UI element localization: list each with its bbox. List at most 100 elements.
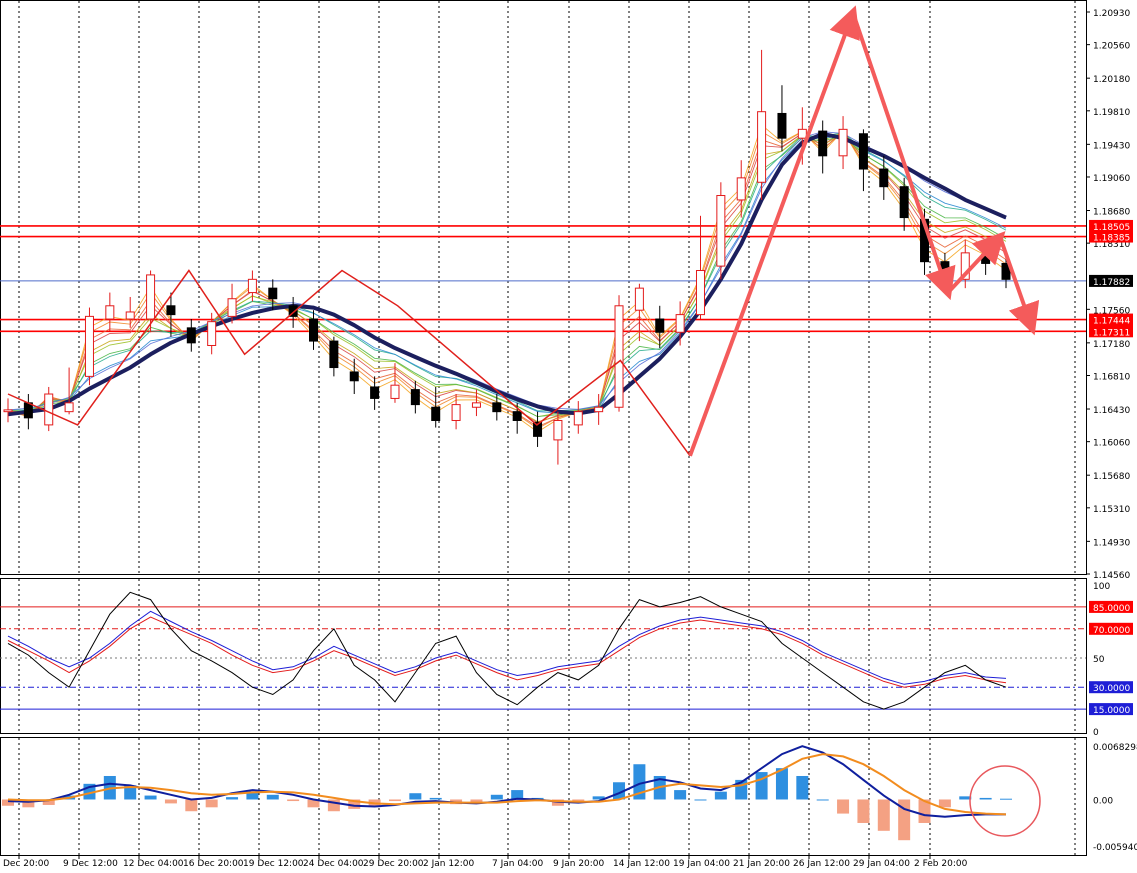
- stochastic-line: [7, 610, 1007, 685]
- time-tick-label: 7 Jan 04:00: [492, 859, 544, 869]
- candle-body: [471, 402, 481, 408]
- time-tick-label: 9 Dec 12:00: [63, 859, 118, 869]
- candle-body: [3, 409, 13, 413]
- stoch-tick-label: 0: [1093, 728, 1099, 738]
- ribbon-ma-line: [7, 133, 1007, 423]
- macd-histogram-bar: [388, 799, 401, 802]
- price-tick-label: 1.15680: [1093, 472, 1130, 482]
- grid-lines: [18, 1, 1076, 855]
- time-tick-label: 2 Feb 20:00: [914, 859, 968, 869]
- candle-body: [879, 168, 889, 188]
- stochastic-oscillator: [0, 591, 1086, 710]
- macd-line: [7, 745, 1006, 818]
- candle-body: [492, 402, 502, 413]
- candle-body: [675, 314, 685, 333]
- candle-body: [614, 305, 624, 408]
- price-tick-label: 1.14560: [1093, 571, 1130, 581]
- price-tick-label: 1.19060: [1093, 174, 1130, 184]
- candle-body: [736, 177, 746, 201]
- candle-body: [553, 419, 563, 441]
- macd-histogram-bar: [266, 794, 279, 800]
- time-tick-label: 9 Jan 20:00: [553, 859, 605, 869]
- trading-chart[interactable]: 1.20930 1.20560 1.20180 1.19810 1.19430 1.190…: [0, 0, 1137, 873]
- candle-body: [44, 393, 54, 426]
- price-tick-label: 1.16430: [1093, 406, 1130, 416]
- time-tick-label: 24 Dec 04:00: [303, 859, 364, 869]
- candle-body: [512, 411, 522, 421]
- candle-body: [838, 128, 848, 157]
- candle-body: [410, 389, 420, 406]
- price-tick-label: 1.20180: [1093, 75, 1130, 85]
- stoch-level-label-text: 85.0000: [1093, 604, 1130, 614]
- stoch-level-label-text: 30.0000: [1093, 684, 1130, 694]
- trend-moving-average: [7, 131, 1007, 417]
- price-panel-frame: [0, 0, 1087, 575]
- level-label-text: 1.18385: [1093, 234, 1130, 244]
- candle-body: [105, 305, 115, 320]
- price-tick-label: 1.16810: [1093, 372, 1130, 382]
- candle-body: [757, 111, 767, 183]
- pattern-lines: [7, 5, 1040, 457]
- macd-tick-label: -0.005940: [1093, 843, 1137, 853]
- candle-body: [349, 371, 359, 382]
- price-tick-label: 1.16060: [1093, 439, 1130, 449]
- macd-histogram-bar: [694, 799, 707, 801]
- candle-body: [777, 112, 787, 139]
- time-axis: Dec 20:00 9 Dec 12:00 12 Dec 04:00 16 Dec 2…: [3, 855, 968, 869]
- stochastic-line: [7, 616, 1007, 688]
- level-label-text: 1.17882: [1093, 278, 1130, 288]
- ribbon-ma-line: [7, 129, 1007, 430]
- stoch-tick-label: 100: [1093, 582, 1110, 592]
- price-tick-label: 1.19430: [1093, 141, 1130, 151]
- time-tick-label: 19 Jan 04:00: [673, 859, 730, 869]
- macd-tick-label: 0.00: [1093, 796, 1113, 806]
- ribbon-ma-line: [7, 131, 1007, 411]
- candle-body: [594, 406, 604, 413]
- candle-body: [431, 406, 441, 421]
- candle-body: [797, 128, 807, 139]
- macd-line: [7, 753, 1007, 816]
- macd-histogram-bar: [185, 799, 198, 812]
- moving-average-ribbon: [7, 124, 1007, 433]
- stoch-level-label-text: 70.0000: [1093, 626, 1130, 636]
- macd-histogram-bar: [714, 791, 727, 800]
- candle-body: [84, 315, 94, 377]
- highlight-circle: [969, 765, 1041, 837]
- time-tick-label: 14 Jan 12:00: [613, 859, 670, 869]
- macd-histogram-bar: [816, 799, 829, 801]
- ribbon-ma-line: [7, 132, 1007, 412]
- level-label-text: 1.17444: [1093, 317, 1130, 327]
- candle-body: [207, 321, 217, 346]
- macd-histogram-bar: [287, 799, 300, 802]
- candle-body: [655, 318, 665, 333]
- price-tick-label: 1.15310: [1093, 505, 1130, 515]
- candle-body: [227, 298, 237, 317]
- time-tick-label: 12 Dec 04:00: [123, 859, 184, 869]
- time-tick-label: 19 Dec 12:00: [243, 859, 304, 869]
- candle-body: [166, 305, 176, 316]
- price-axis: 1.20930 1.20560 1.20180 1.19810 1.19430 1.190…: [1086, 9, 1137, 853]
- macd-tick-label: 0.0068298: [1093, 743, 1137, 753]
- price-tick-label: 1.20930: [1093, 9, 1130, 19]
- candle-body: [818, 130, 828, 157]
- macd-histogram-bar: [979, 797, 992, 800]
- stochastic-panel-frame: [0, 578, 1087, 734]
- candle-body: [858, 133, 868, 170]
- ribbon-ma-line: [7, 136, 1007, 415]
- price-tick-label: 1.17180: [1093, 340, 1130, 350]
- macd-histogram-bar: [1000, 798, 1012, 800]
- time-tick-label: 29 Jan 04:00: [853, 859, 910, 869]
- candle-body: [329, 340, 339, 369]
- macd-histogram-bar: [205, 799, 218, 808]
- stochastic-line: [7, 591, 1007, 710]
- macd-histogram-bar: [775, 768, 788, 800]
- forecast-arrow: [946, 231, 1006, 294]
- stoch-level-label-text: 15.0000: [1093, 706, 1130, 716]
- ribbon-ma-line: [7, 131, 1007, 428]
- candle-body: [695, 270, 705, 316]
- candle-body: [451, 404, 461, 421]
- macd-histogram-bar: [429, 797, 442, 800]
- price-tick-label: 1.20560: [1093, 42, 1130, 52]
- price-tick-label: 1.18680: [1093, 208, 1130, 218]
- stoch-tick-label: 50: [1093, 655, 1105, 665]
